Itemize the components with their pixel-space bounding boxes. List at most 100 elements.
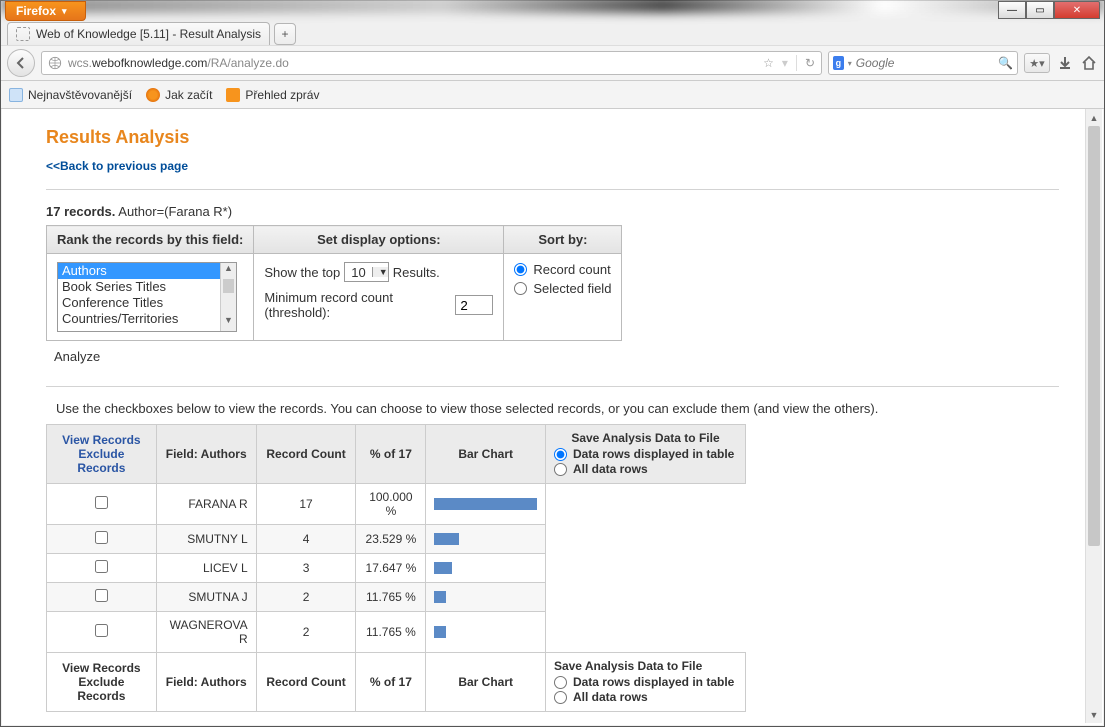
bookmark-getting-started[interactable]: Jak začít bbox=[146, 88, 212, 102]
pct-cell: 100.000 % bbox=[356, 484, 426, 525]
table-row: LICEV L317.647 % bbox=[47, 554, 746, 583]
arrow-left-icon bbox=[14, 56, 28, 70]
scroll-up-button[interactable]: ▲ bbox=[1086, 109, 1102, 126]
table-row: SMUTNA J211.765 % bbox=[47, 583, 746, 612]
sort-selected-field-radio[interactable] bbox=[514, 282, 527, 295]
count-cell: 17 bbox=[256, 484, 356, 525]
save-displayed-radio[interactable] bbox=[554, 676, 567, 689]
bar-chart-bar bbox=[434, 498, 537, 510]
col-pct: % of 17 bbox=[356, 653, 426, 712]
save-all-radio[interactable] bbox=[554, 691, 567, 704]
show-top-label: Show the top bbox=[264, 265, 340, 280]
browser-tab[interactable]: Web of Knowledge [5.11] - Result Analysi… bbox=[7, 22, 270, 45]
author-cell: FARANA R bbox=[156, 484, 256, 525]
field-option-conference[interactable]: Conference Titles bbox=[58, 295, 236, 311]
save-analysis-footer: Save Analysis Data to File Data rows dis… bbox=[545, 653, 745, 712]
window-maximize-button[interactable]: ▭ bbox=[1026, 1, 1054, 19]
exclude-records-link[interactable]: Exclude Records bbox=[55, 447, 148, 475]
view-records-link[interactable]: View Records bbox=[62, 661, 140, 675]
rss-icon bbox=[226, 88, 240, 102]
table-row: WAGNEROVA R211.765 % bbox=[47, 612, 746, 653]
instructions-text: Use the checkboxes below to view the rec… bbox=[56, 401, 1059, 416]
row-checkbox[interactable] bbox=[95, 531, 108, 544]
author-cell: SMUTNA J bbox=[156, 583, 256, 612]
author-cell: WAGNEROVA R bbox=[156, 612, 256, 653]
row-checkbox[interactable] bbox=[95, 624, 108, 637]
exclude-records-link[interactable]: Exclude Records bbox=[77, 675, 125, 703]
bar-chart-bar bbox=[434, 626, 446, 638]
pct-cell: 11.765 % bbox=[356, 583, 426, 612]
threshold-label: Minimum record count (threshold): bbox=[264, 290, 451, 320]
view-records-link[interactable]: View Records bbox=[55, 433, 148, 447]
show-top-select[interactable]: 10▼ bbox=[344, 262, 388, 282]
records-summary: 17 records. Author=(Farana R*) bbox=[46, 204, 1059, 219]
col-field: Field: Authors bbox=[156, 653, 256, 712]
url-text: wcs.webofknowledge.com/RA/analyze.do bbox=[68, 56, 757, 70]
reload-icon[interactable]: ↻ bbox=[805, 56, 815, 70]
bookmark-most-visited[interactable]: Nejnavštěvovanější bbox=[9, 88, 132, 102]
table-row: FARANA R17100.000 % bbox=[47, 484, 746, 525]
author-cell: LICEV L bbox=[156, 554, 256, 583]
new-tab-button[interactable]: + bbox=[274, 23, 296, 45]
rank-header: Rank the records by this field: bbox=[47, 226, 254, 254]
vertical-scrollbar[interactable]: ▲ ▼ bbox=[1085, 109, 1102, 723]
globe-icon bbox=[48, 56, 62, 70]
field-option-authors[interactable]: Authors bbox=[58, 263, 236, 279]
bookmark-news[interactable]: Přehled zpráv bbox=[226, 88, 319, 102]
count-cell: 2 bbox=[256, 612, 356, 653]
field-option-countries[interactable]: Countries/Territories bbox=[58, 311, 236, 327]
col-field: Field: Authors bbox=[156, 425, 256, 484]
col-count: Record Count bbox=[256, 425, 356, 484]
count-cell: 2 bbox=[256, 583, 356, 612]
divider bbox=[46, 386, 1059, 387]
sort-header: Sort by: bbox=[504, 226, 622, 254]
options-table: Rank the records by this field: Set disp… bbox=[46, 225, 622, 341]
display-header: Set display options: bbox=[254, 226, 504, 254]
home-button[interactable] bbox=[1080, 54, 1098, 72]
downloads-button[interactable] bbox=[1056, 54, 1074, 72]
col-bar: Bar Chart bbox=[426, 425, 546, 484]
author-cell: SMUTNY L bbox=[156, 525, 256, 554]
row-checkbox[interactable] bbox=[95, 589, 108, 602]
save-analysis-header: Save Analysis Data to File Data rows dis… bbox=[545, 425, 745, 484]
pct-cell: 17.647 % bbox=[356, 554, 426, 583]
search-bar[interactable]: g ▾ 🔍 bbox=[828, 51, 1018, 75]
search-icon[interactable]: 🔍 bbox=[998, 56, 1013, 70]
bookmarks-menu-button[interactable]: ★▾ bbox=[1024, 53, 1050, 73]
rank-field-select[interactable]: Authors Book Series Titles Conference Ti… bbox=[57, 262, 237, 332]
row-checkbox[interactable] bbox=[95, 560, 108, 573]
pct-cell: 11.765 % bbox=[356, 612, 426, 653]
back-to-previous-link[interactable]: <<Back to previous page bbox=[46, 159, 188, 173]
bar-chart-bar bbox=[434, 562, 452, 574]
page-title: Results Analysis bbox=[46, 127, 1059, 148]
col-bar: Bar Chart bbox=[426, 653, 546, 712]
sort-record-count-radio[interactable] bbox=[514, 263, 527, 276]
count-cell: 4 bbox=[256, 525, 356, 554]
threshold-input[interactable] bbox=[455, 295, 493, 315]
url-bar[interactable]: wcs.webofknowledge.com/RA/analyze.do ☆ ▾… bbox=[41, 51, 822, 75]
row-checkbox[interactable] bbox=[95, 496, 108, 509]
bar-chart-bar bbox=[434, 591, 446, 603]
results-table: View Records Exclude Records Field: Auth… bbox=[46, 424, 746, 712]
tab-title: Web of Knowledge [5.11] - Result Analysi… bbox=[36, 27, 261, 41]
search-input[interactable] bbox=[856, 56, 994, 70]
field-option-book-series[interactable]: Book Series Titles bbox=[58, 279, 236, 295]
window-close-button[interactable]: ✕ bbox=[1054, 1, 1100, 19]
count-cell: 3 bbox=[256, 554, 356, 583]
col-pct: % of 17 bbox=[356, 425, 426, 484]
pct-cell: 23.529 % bbox=[356, 525, 426, 554]
bar-chart-bar bbox=[434, 533, 458, 545]
bookmark-star-icon[interactable]: ☆ bbox=[763, 56, 774, 70]
window-minimize-button[interactable]: — bbox=[998, 1, 1026, 19]
analyze-button[interactable]: Analyze bbox=[54, 347, 100, 366]
scroll-thumb[interactable] bbox=[1088, 126, 1100, 546]
save-all-radio[interactable] bbox=[554, 463, 567, 476]
tab-favicon bbox=[16, 27, 30, 41]
col-count: Record Count bbox=[256, 653, 356, 712]
folder-icon bbox=[9, 88, 23, 102]
save-displayed-radio[interactable] bbox=[554, 448, 567, 461]
firefox-menu-button[interactable]: Firefox bbox=[5, 1, 86, 21]
divider bbox=[46, 189, 1059, 190]
back-button[interactable] bbox=[7, 49, 35, 77]
scroll-down-button[interactable]: ▼ bbox=[1086, 706, 1102, 723]
